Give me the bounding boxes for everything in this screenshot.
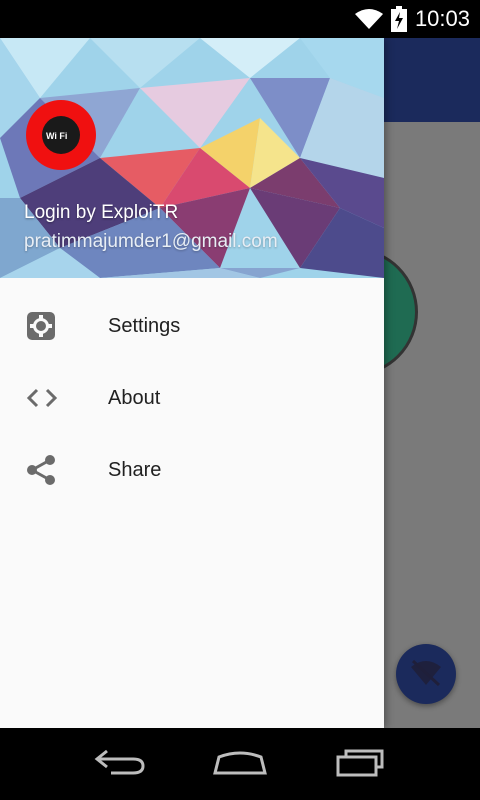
status-bar: 10:03 bbox=[0, 0, 480, 38]
share-icon bbox=[0, 434, 108, 506]
code-icon bbox=[0, 362, 108, 434]
menu-item-label: Settings bbox=[108, 314, 181, 337]
menu-item-settings[interactable]: Settings bbox=[0, 290, 384, 362]
home-button[interactable] bbox=[200, 739, 280, 789]
recents-button[interactable] bbox=[320, 739, 400, 789]
back-button[interactable] bbox=[80, 739, 160, 789]
navigation-drawer: Wi Fi Login by ExploiTR pratimmajumder1@… bbox=[0, 38, 384, 728]
menu-item-label: About bbox=[108, 386, 161, 409]
gear-icon bbox=[0, 290, 108, 362]
user-name: Login by ExploiTR bbox=[24, 202, 179, 223]
menu-item-share[interactable]: Share bbox=[0, 434, 384, 506]
menu-item-label: Share bbox=[108, 458, 162, 481]
wifi-off-icon bbox=[409, 657, 443, 692]
battery-charging-icon bbox=[390, 6, 407, 32]
wifi-logo-icon: Wi Fi bbox=[42, 116, 80, 154]
system-nav-bar bbox=[0, 728, 480, 800]
wifi-icon bbox=[354, 8, 383, 30]
user-email: pratimmajumder1@gmail.com bbox=[24, 231, 278, 252]
back-icon bbox=[93, 747, 147, 782]
wifi-off-fab-button bbox=[396, 644, 456, 704]
recents-icon bbox=[334, 747, 386, 782]
menu-item-about[interactable]: About bbox=[0, 362, 384, 434]
avatar[interactable]: Wi Fi bbox=[26, 100, 96, 170]
status-time: 10:03 bbox=[414, 6, 470, 31]
drawer-header: Wi Fi Login by ExploiTR pratimmajumder1@… bbox=[0, 38, 384, 278]
phone-screen: 10:03 Wi Fi Login by ExploiTR pratimmaju… bbox=[0, 0, 480, 800]
avatar-logo-text: Wi Fi bbox=[46, 131, 67, 141]
home-icon bbox=[211, 747, 269, 782]
drawer-menu: Settings About Share bbox=[0, 290, 384, 506]
